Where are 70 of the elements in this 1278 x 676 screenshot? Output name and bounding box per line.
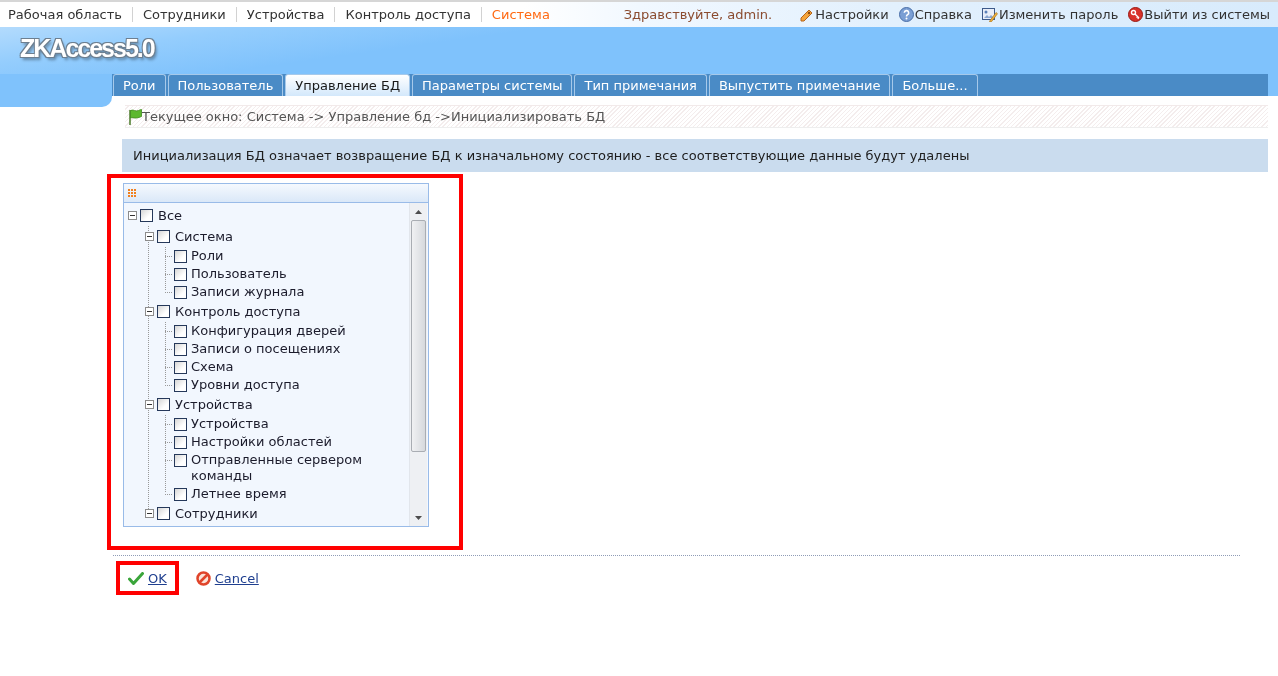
collapse-icon[interactable] [145,307,154,316]
tree-item-label: Контроль доступа [175,304,301,319]
tab[interactable]: Больше... [892,74,978,96]
checkbox[interactable] [174,268,187,281]
tab[interactable]: Выпустить примечание [708,74,891,96]
tree-item-label: Уровни доступа [191,377,300,393]
checkbox[interactable] [174,488,187,501]
tree-item-label: Система [175,229,234,244]
tab[interactable]: Пользователь [167,74,284,96]
tree-item-label: Устройства [175,397,253,412]
check-icon [128,571,144,585]
logout-link[interactable]: Выйти из системы [1144,7,1270,22]
checkbox[interactable] [157,305,170,318]
tree-item-label: Роли [191,248,224,264]
checkbox[interactable] [174,436,187,449]
scrollbar[interactable] [409,203,427,526]
scrollbar-thumb[interactable] [411,220,426,452]
settings-link[interactable]: Настройки [815,7,889,22]
tree-item-label: Устройства [191,416,269,432]
tree-item-label: Сотрудники [175,506,258,521]
collapse-icon[interactable] [128,211,137,220]
grid-icon [128,189,136,197]
key-icon[interactable] [1128,7,1144,22]
flag-icon [128,108,142,125]
menu-item[interactable]: Контроль доступа [334,7,481,22]
checkbox[interactable] [174,379,187,392]
logo-text: ZKAccess5.0 [20,33,154,63]
menu-item[interactable]: Устройства [235,7,335,22]
collapse-icon[interactable] [145,400,154,409]
checkbox[interactable] [157,398,170,411]
breadcrumb-text: Текущее окно: Система -> Управление бд ->Инициализировать БД [142,109,606,124]
checkbox[interactable] [174,454,187,467]
ok-link[interactable]: OK [148,570,167,586]
tab[interactable]: Параметры системы [412,74,573,96]
greeting-text: Здравствуйте, admin. [623,7,773,22]
prohibited-icon [195,570,211,586]
checkbox[interactable] [174,325,187,338]
change-password-link[interactable]: Изменить пароль [998,7,1119,22]
scroll-up-icon[interactable] [415,209,422,214]
cancel-link[interactable]: Cancel [214,570,259,586]
tree-item-label: Схема [191,359,234,375]
edit-icon[interactable] [981,7,998,22]
collapse-icon[interactable] [145,509,154,518]
tab[interactable]: Тип примечания [574,74,707,96]
checkbox[interactable] [174,250,187,263]
menu-item[interactable]: Рабочая область [0,7,132,22]
tree-item-label: Отправленные сервером команды [191,452,363,484]
scroll-down-icon[interactable] [415,515,422,520]
help-link[interactable]: Справка [914,7,972,22]
tree-item-label: Летнее время [191,486,287,502]
checkbox[interactable] [174,418,187,431]
tree-item-label: Конфигурация дверей [191,323,346,339]
checkbox[interactable] [157,507,170,520]
checkbox[interactable] [174,286,187,299]
checkbox[interactable] [140,209,153,222]
tab[interactable]: Управление БД [285,74,411,96]
collapse-icon[interactable] [145,232,154,241]
notice-text: Инициализация БД означает возвращение БД к изначальному состоянию - все соответствующие данные будут удалены [133,148,970,163]
pencil-icon[interactable] [800,7,815,22]
tab[interactable]: Роли [113,74,166,96]
tree-item-label: Все [158,208,183,223]
tree-item-label: Настройки областей [191,434,332,450]
menu-item[interactable]: Сотрудники [132,7,236,22]
tree-item-label: Записи журнала [191,284,305,300]
checkbox[interactable] [157,230,170,243]
help-icon[interactable] [898,7,914,22]
checkbox[interactable] [174,361,187,374]
checkbox[interactable] [174,343,187,356]
tree-item-label: Пользователь [191,266,287,282]
tree-item-label: Записи о посещениях [191,341,341,357]
